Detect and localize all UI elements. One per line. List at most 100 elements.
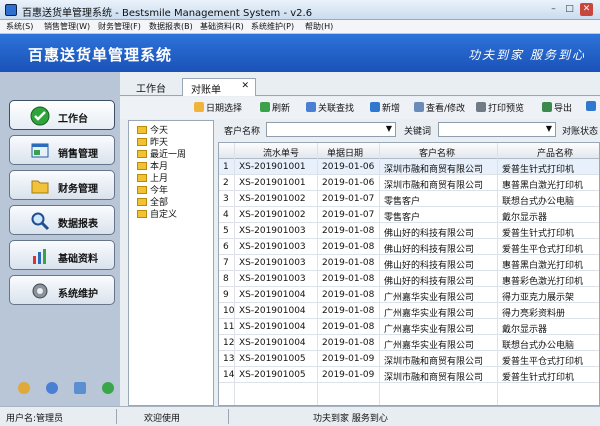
customer-label: 客户名称	[224, 127, 261, 137]
table-row[interactable]: 13 XS-201901005 2019-01-09 深圳市融和商贸有限公司 爱普生平仓…	[219, 351, 599, 367]
product-cell: 爱普生针式打印机	[502, 373, 575, 383]
date-cell: 2019-01-07	[322, 210, 375, 220]
keyword-select[interactable]: ▼	[438, 122, 556, 137]
tab-statement[interactable]: 对账单 ✕	[182, 78, 256, 96]
keyword-label: 关键词	[404, 127, 432, 137]
menu-help[interactable]: 帮助(H)	[305, 21, 333, 32]
product-cell: 联想台式办公电脑	[502, 341, 575, 351]
window-icon	[31, 143, 49, 158]
lock-icon[interactable]	[18, 382, 30, 394]
table-row[interactable]: 3 XS-201901002 2019-01-07 零售客户 联想台式办公电脑	[219, 191, 599, 207]
menu-basic-data[interactable]: 基础资料(R)	[200, 21, 244, 32]
minimize-icon[interactable]: –	[547, 3, 560, 16]
view-edit-label: 查看/修改	[426, 104, 466, 114]
folder-icon	[137, 174, 147, 182]
add-button[interactable]: 新增	[370, 101, 400, 114]
print-preview-button[interactable]: 打印预览	[476, 101, 524, 114]
table-row[interactable]: 5 XS-201901003 2019-01-08 佛山好的科技有限公司 爱普生针式打印…	[219, 223, 599, 239]
customer-select[interactable]: ▼	[266, 122, 396, 137]
main-content: 工作台 对账单 ✕ 日期选择 刷新 关联查找 新增 查看/修改 打印预览 导出 今…	[120, 72, 600, 406]
export-button[interactable]: 导出	[542, 101, 572, 114]
menu-maintenance[interactable]: 系统维护(P)	[251, 21, 294, 32]
menu-reports[interactable]: 数据报表(B)	[149, 21, 193, 32]
folder-icon	[137, 210, 147, 218]
serial-no-cell: XS-201901004	[239, 306, 306, 316]
refresh-icon[interactable]	[102, 382, 114, 394]
table-row[interactable]: 14 XS-201901005 2019-01-09 深圳市融和商贸有限公司 爱普生针式…	[219, 367, 599, 383]
menu-finance[interactable]: 财务管理(F)	[98, 21, 141, 32]
table-row[interactable]: 9 XS-201901004 2019-01-08 广州嘉华实业有限公司 得力亚克力展示…	[219, 287, 599, 303]
table-row[interactable]: 8 XS-201901003 2019-01-08 佛山好的科技有限公司 惠普彩色激光打…	[219, 271, 599, 287]
date-select-label: 日期选择	[206, 104, 243, 114]
gear-icon	[32, 283, 48, 299]
sidebar: 工作台 销售管理 财务管理 数据报表 基础资料 系统维护	[0, 72, 120, 406]
customer-cell: 深圳市融和商贸有限公司	[384, 357, 484, 367]
view-icon	[414, 102, 424, 112]
folder-icon	[137, 198, 147, 206]
tree-item-custom[interactable]: 自定义	[137, 207, 177, 220]
table-row[interactable]: 4 XS-201901002 2019-01-07 零售客户 戴尔显示器	[219, 207, 599, 223]
row-index: 3	[223, 194, 229, 204]
serial-no-cell: XS-201901004	[239, 322, 306, 332]
date-cell: 2019-01-08	[322, 258, 375, 268]
customer-cell: 深圳市融和商贸有限公司	[384, 165, 484, 175]
view-edit-button[interactable]: 查看/修改	[414, 101, 465, 114]
calendar-icon	[194, 102, 204, 112]
nav-basic-data-label: 基础资料	[58, 254, 98, 265]
table-row[interactable]: 12 XS-201901004 2019-01-08 广州嘉华实业有限公司 联想台式办公…	[219, 335, 599, 351]
table-row[interactable]: 11 XS-201901004 2019-01-08 广州嘉华实业有限公司 戴尔显示器	[219, 319, 599, 335]
related-search-button[interactable]: 关联查找	[306, 101, 354, 114]
folder-icon	[137, 138, 147, 146]
row-index: 10	[223, 306, 235, 316]
header-serial-no[interactable]: 流水单号	[263, 146, 299, 159]
app-icon	[5, 4, 17, 16]
app-title: 百惠送货单管理系统	[28, 46, 173, 64]
refresh-button[interactable]: 刷新	[260, 101, 290, 114]
status-welcome: 欢迎使用	[144, 414, 181, 424]
folder-icon	[137, 162, 147, 170]
row-index: 13	[223, 354, 235, 364]
nav-workbench-button[interactable]: 工作台	[9, 100, 115, 130]
tree-label: 自定义	[150, 210, 178, 220]
check-icon	[30, 106, 50, 126]
folder-icon	[137, 150, 147, 158]
printer-icon	[476, 102, 486, 112]
header-customer[interactable]: 客户名称	[419, 146, 455, 159]
serial-no-cell: XS-201901004	[239, 338, 306, 348]
header-date[interactable]: 单据日期	[327, 146, 363, 159]
info-icon[interactable]	[46, 382, 58, 394]
table-row[interactable]: 1 XS-201901001 2019-01-06 深圳市融和商贸有限公司 爱普生针式打…	[219, 159, 599, 175]
date-cell: 2019-01-08	[322, 338, 375, 348]
nav-basic-data-button[interactable]: 基础资料	[9, 240, 115, 270]
more-icon[interactable]	[586, 101, 598, 113]
menu-system[interactable]: 系统(S)	[6, 21, 33, 32]
nav-reports-button[interactable]: 数据报表	[9, 205, 115, 235]
close-icon[interactable]: ✕	[580, 3, 593, 16]
row-index: 11	[223, 322, 235, 332]
nav-sales-button[interactable]: 销售管理	[9, 135, 115, 165]
date-cell: 2019-01-08	[322, 274, 375, 284]
header-product[interactable]: 产品名称	[537, 146, 573, 159]
table-row[interactable]: 7 XS-201901003 2019-01-08 佛山好的科技有限公司 惠普黑白激光打…	[219, 255, 599, 271]
nav-finance-button[interactable]: 财务管理	[9, 170, 115, 200]
tab-close-icon[interactable]: ✕	[241, 81, 249, 91]
monitor-icon[interactable]	[74, 382, 86, 394]
slogan: 功夫到家 服务到心	[468, 48, 586, 62]
nav-finance-label: 财务管理	[58, 184, 98, 195]
date-cell: 2019-01-06	[322, 162, 375, 172]
table-row[interactable]: 10 XS-201901004 2019-01-08 广州嘉华实业有限公司 得力亮彩资料…	[219, 303, 599, 319]
title-bar: 百惠送货单管理系统 - Bestsmile Management System …	[0, 0, 600, 20]
row-index: 8	[223, 274, 229, 284]
header-banner: 百惠送货单管理系统 功夫到家 服务到心	[0, 34, 600, 72]
nav-maintenance-button[interactable]: 系统维护	[9, 275, 115, 305]
table-row[interactable]: 6 XS-201901003 2019-01-08 佛山好的科技有限公司 爱普生平仓式打…	[219, 239, 599, 255]
menu-sales[interactable]: 销售管理(W)	[44, 21, 90, 32]
date-select-button[interactable]: 日期选择	[194, 101, 242, 114]
serial-no-cell: XS-201901004	[239, 290, 306, 300]
related-search-label: 关联查找	[318, 104, 355, 114]
link-search-icon	[306, 102, 316, 112]
maximize-icon[interactable]: □	[563, 3, 576, 16]
table-row[interactable]: 2 XS-201901001 2019-01-06 深圳市融和商贸有限公司 惠普黑白激光…	[219, 175, 599, 191]
tab-workbench[interactable]: 工作台	[128, 78, 174, 96]
date-cell: 2019-01-08	[322, 322, 375, 332]
